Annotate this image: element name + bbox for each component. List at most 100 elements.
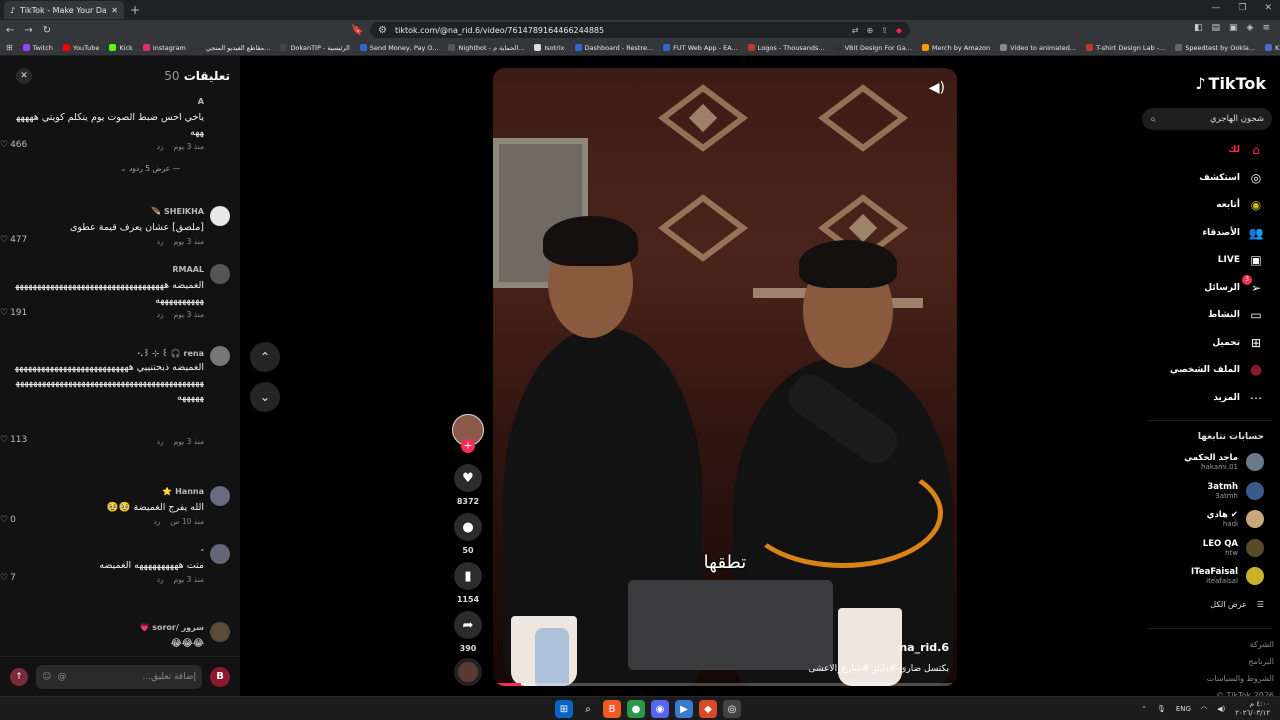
bookmark-item[interactable]: YouTube [62, 44, 99, 52]
mention-icon[interactable]: @ [57, 672, 66, 682]
bookmark-item[interactable]: Isotrix [534, 44, 565, 52]
bookmark-item[interactable]: Nightbot - الحماية م... [448, 44, 524, 52]
minimize-icon[interactable]: — [1211, 3, 1220, 13]
like-button[interactable]: ♥ [454, 464, 482, 492]
comment-username[interactable]: rena 🎧 ꒰ ⊹ ꒱.· [137, 347, 204, 358]
video-author[interactable]: na_rid.6 [899, 641, 949, 654]
comment-username[interactable]: سرور /soror 💗 [139, 623, 204, 632]
following-account[interactable]: 3atmh 3atmh [1207, 481, 1264, 500]
footer-link[interactable]: الشركة [1250, 640, 1274, 649]
footer-link[interactable]: الشروط والسياسات [1207, 674, 1274, 683]
bookmark-item[interactable]: Twitch [22, 44, 53, 52]
video-caption[interactable]: بكتسل ضاري #دايلز #شارع_الاعشى [809, 664, 949, 674]
reply-button[interactable]: رد [157, 142, 164, 151]
comment-avatar[interactable] [210, 264, 230, 284]
close-window-icon[interactable]: ✕ [1264, 3, 1272, 13]
extension-icon[interactable]: ◧ [1194, 23, 1203, 33]
search-input[interactable]: شجون الهاجري ⌕ [1142, 108, 1272, 130]
reply-button[interactable]: رد [157, 310, 164, 319]
previous-video-button[interactable]: ⌃ [250, 342, 280, 372]
comment-input[interactable]: ☺ @ إضافة تعليق... [36, 664, 202, 689]
comment-placeholder[interactable]: إضافة تعليق... [72, 672, 196, 682]
sidebar-nav-item[interactable]: ▣ LIVE [1218, 250, 1264, 270]
comments-list[interactable]: A ياخي احس ضبط الصوت يوم يتكلم كويتي هههه… [0, 96, 240, 656]
comment-avatar[interactable] [210, 346, 230, 366]
comment-username[interactable]: SHEIKHA 🪶 [151, 207, 204, 216]
apps-icon[interactable]: ⊞ [6, 43, 13, 52]
back-icon[interactable]: ← [6, 25, 14, 36]
bookmark-item[interactable]: Instagram [142, 44, 186, 52]
bookmark-item[interactable]: Dashboard - Restre... [574, 44, 653, 52]
share-button[interactable]: ➦ [454, 611, 482, 639]
sidebar-nav-item[interactable]: ◎ استكشف [1199, 168, 1264, 188]
bookmark-item[interactable]: T-shirt Design Lab -... [1086, 44, 1165, 52]
comment-avatar[interactable] [210, 622, 230, 642]
zoom-icon[interactable]: ⊕ [866, 26, 873, 35]
mic-icon[interactable]: 🎙 [1157, 705, 1166, 713]
following-account[interactable]: ITeaFaisal iteafaisal [1191, 567, 1264, 585]
shield-icon[interactable]: ◆ [896, 26, 902, 35]
tiktok-logo[interactable]: ♪ TikTok [1195, 74, 1266, 93]
chrome-icon[interactable]: ● [627, 700, 645, 718]
comment-avatar[interactable] [210, 96, 230, 116]
reply-button[interactable]: رد [157, 237, 164, 246]
share-icon[interactable]: ⇪ [881, 26, 888, 35]
tray-chevron-icon[interactable]: ⌃ [1141, 705, 1147, 713]
clock[interactable]: ٤:٠٠ م ٢٠٢٦/٠٣/١٢ [1235, 700, 1270, 718]
sidebar-nav-item[interactable]: ◉ أتابعه [1216, 195, 1264, 215]
search-taskbar-icon[interactable]: ⌕ [579, 700, 597, 718]
comment-username[interactable]: A [198, 97, 204, 106]
emoji-icon[interactable]: ☺ [42, 672, 51, 682]
view-replies-button[interactable]: — عرض 5 ردود ⌄ [120, 164, 180, 173]
translate-icon[interactable]: ⇄ [852, 26, 859, 35]
comment-like-button[interactable]: 113 ♡ [0, 435, 27, 445]
next-video-button[interactable]: ⌄ [250, 382, 280, 412]
close-comments-button[interactable]: ✕ [16, 68, 32, 84]
maximize-icon[interactable]: ❐ [1238, 3, 1246, 13]
url-text[interactable]: tiktok.com/@na_rid.6/video/7614789164466… [395, 26, 844, 35]
bookmark-item[interactable]: Speedtest by Ookla... [1175, 44, 1255, 52]
address-bar[interactable]: ⚙ tiktok.com/@na_rid.6/video/76147891644… [370, 22, 910, 38]
browser-tab[interactable]: ♪ TikTok - Make Your Day ✕ [4, 1, 124, 19]
search-value[interactable]: شجون الهاجري [1162, 114, 1264, 124]
bookmark-tab-icon[interactable]: 🔖 [351, 25, 363, 36]
comment-avatar[interactable] [210, 486, 230, 506]
user-avatar[interactable]: B [210, 666, 230, 687]
sound-icon[interactable]: ◀) [929, 80, 945, 96]
comment-like-button[interactable]: 191 ♡ [0, 308, 27, 318]
follow-plus-icon[interactable]: + [461, 439, 475, 453]
vpn-icon[interactable]: ◈ [1247, 23, 1254, 33]
bookmark-item[interactable]: VBit Design For Ga... [834, 44, 912, 52]
save-button[interactable]: ▮ [454, 562, 482, 590]
comment-username[interactable]: RMAAL [172, 265, 204, 274]
reply-button[interactable]: رد [157, 575, 164, 584]
sidebar-nav-item[interactable]: ▭ النشاط [1208, 305, 1264, 325]
comment-button[interactable]: ● [454, 513, 482, 541]
tab-close-icon[interactable]: ✕ [111, 6, 118, 15]
reply-button[interactable]: رد [153, 517, 160, 526]
comment-username[interactable]: Hanna ⭐ [162, 487, 204, 496]
forward-icon[interactable]: → [24, 25, 32, 36]
send-comment-button[interactable]: ↑ [10, 667, 28, 686]
sidebar-nav-item[interactable]: ⊞ تحميل [1212, 333, 1264, 353]
bookmark-item[interactable]: Kimetsu no Yai... انمي [1265, 44, 1280, 52]
sidebar-nav-item[interactable]: ⋯ المزيد [1213, 388, 1264, 408]
music-disc-icon[interactable] [454, 658, 482, 686]
sidebar-nav-item[interactable]: 👥 الأصدقاء [1202, 223, 1264, 243]
discord-icon[interactable]: ◉ [651, 700, 669, 718]
windows-start-icon[interactable]: ⊞ [555, 700, 573, 718]
site-info-icon[interactable]: ⚙ [378, 25, 387, 36]
comment-like-button[interactable]: 466 ♡ [0, 140, 27, 150]
volume-icon[interactable]: ◀) [1217, 705, 1225, 713]
bookmark-item[interactable]: FUT Web App - EA... [663, 44, 738, 52]
media-icon[interactable]: ◆ [699, 700, 717, 718]
following-account[interactable]: LEO QA htw [1203, 538, 1264, 557]
following-account[interactable]: ماجد الحكمي hakami.01 [1184, 453, 1264, 471]
wifi-icon[interactable]: ◠ [1201, 705, 1207, 713]
video-progress-bar[interactable] [493, 683, 957, 686]
bookmark-item[interactable]: Send Money, Pay O... [359, 44, 438, 52]
comment-username[interactable]: - [201, 545, 204, 554]
sidebar-nav-item[interactable]: ⌂ لك [1228, 140, 1264, 160]
bookmark-item[interactable]: Video to animated... [1000, 44, 1076, 52]
new-tab-button[interactable]: + [130, 3, 140, 17]
